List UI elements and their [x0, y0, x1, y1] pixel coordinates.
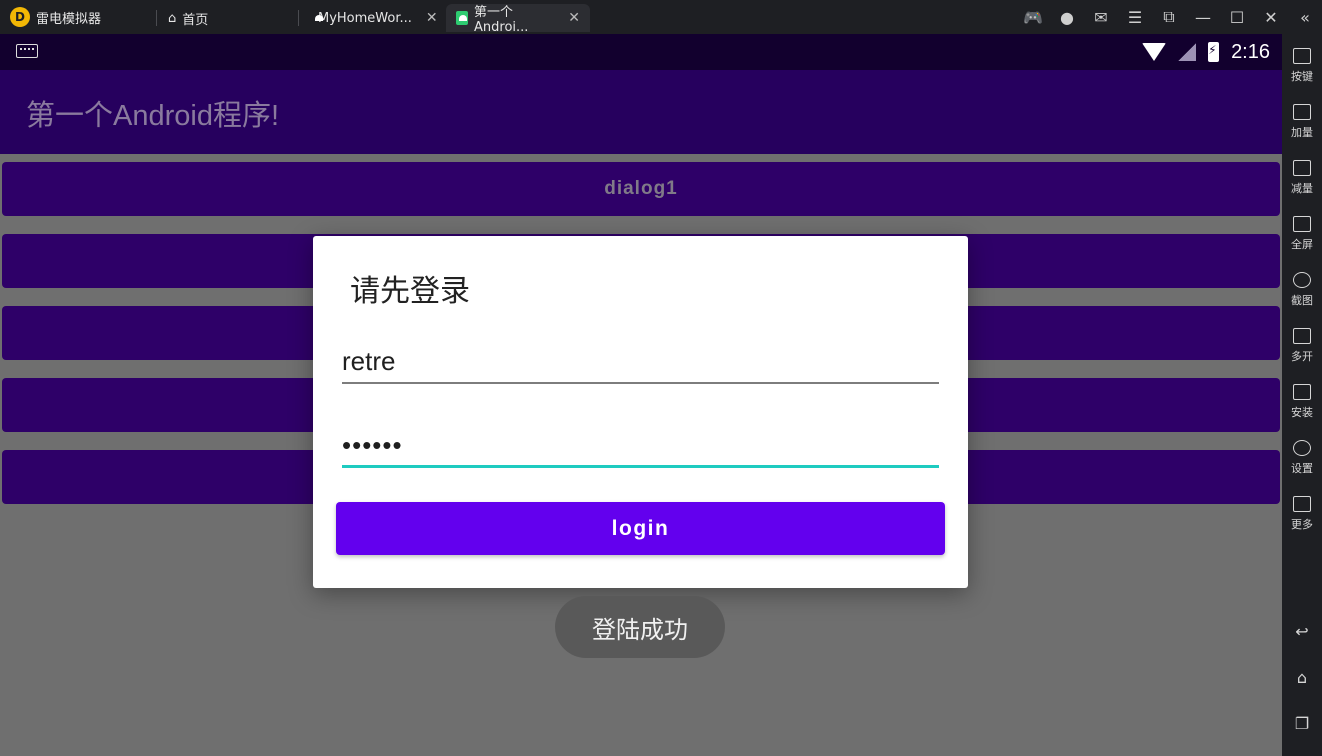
tab-separator: [156, 10, 157, 26]
fullscreen-icon: [1293, 216, 1311, 232]
close-icon[interactable]: ✕: [568, 10, 580, 26]
android-status-bar: 2:16: [0, 34, 1282, 70]
sidebar-item-settings[interactable]: 设置: [1282, 432, 1322, 484]
settings-icon: [1293, 440, 1311, 456]
multi-instance-icon: [1293, 328, 1311, 344]
sidebar-item-label: 设置: [1291, 462, 1313, 475]
sidebar-item-install[interactable]: 安装: [1282, 376, 1322, 428]
window-close-icon[interactable]: ✕: [1254, 0, 1288, 34]
close-icon[interactable]: ✕: [426, 10, 438, 26]
login-dialog: 请先登录 retre •••••• login: [313, 236, 968, 588]
keyboard-icon: [1293, 48, 1311, 64]
sidebar-item-label: 多开: [1291, 350, 1313, 363]
sidebar-item-label: 全屏: [1291, 238, 1313, 251]
android-screen: 2:16 第一个Android程序! dialog1 请先登录 retre ••…: [0, 34, 1282, 756]
scissors-icon: [1293, 272, 1311, 288]
app-bar: 第一个Android程序!: [0, 70, 1282, 154]
user-icon[interactable]: ●: [1050, 0, 1084, 34]
battery-charging-icon: [1208, 42, 1220, 62]
dialog-title: 请先登录: [350, 274, 470, 309]
volume-up-icon: [1293, 104, 1311, 120]
collapse-sidebar-icon[interactable]: «: [1288, 0, 1322, 34]
keyboard-icon: [16, 44, 38, 58]
menu-icon[interactable]: ☰: [1118, 0, 1152, 34]
app-bar-title: 第一个Android程序!: [26, 100, 280, 132]
username-field[interactable]: retre: [342, 336, 939, 384]
app-name: 雷电模拟器: [36, 11, 102, 27]
apk-install-icon: [1293, 384, 1311, 400]
sidebar-item-label: 截图: [1291, 294, 1313, 307]
tab-label: 第一个Androi...: [474, 5, 529, 35]
app-brand: D 雷电模拟器: [10, 0, 101, 34]
password-value: ••••••: [342, 430, 403, 460]
username-value: retre: [342, 346, 396, 376]
sidebar-item-volume-down[interactable]: 减量: [1282, 152, 1322, 204]
mail-icon[interactable]: ✉: [1084, 0, 1118, 34]
username-underline: [342, 382, 939, 384]
sidebar-item-volume-up[interactable]: 加量: [1282, 96, 1322, 148]
no-signal-icon: [1178, 43, 1197, 61]
minimize-icon[interactable]: —: [1186, 0, 1220, 34]
sidebar-item-multi-instance[interactable]: 多开: [1282, 320, 1322, 372]
emulator-titlebar: D 雷电模拟器 ⌂ 首页 MyHomeWor... ✕ 第一个Androi...…: [0, 0, 1322, 35]
password-underline: [342, 465, 939, 468]
home-nav-icon[interactable]: ⌂: [1282, 662, 1322, 692]
status-icons: 2:16: [1142, 34, 1270, 70]
android-app-icon: [456, 11, 469, 25]
sidebar-item-more[interactable]: 更多: [1282, 488, 1322, 540]
wifi-icon: [1142, 43, 1167, 61]
password-field[interactable]: ••••••: [342, 420, 939, 468]
leidian-logo-icon: D: [10, 7, 30, 27]
tab-first-android[interactable]: 第一个Androi... ✕: [446, 4, 590, 35]
sidebar-item-screenshot[interactable]: 截图: [1282, 264, 1322, 316]
tab-label: 首页: [182, 12, 209, 28]
status-time: 2:16: [1231, 40, 1270, 63]
tab-home[interactable]: ⌂ 首页: [158, 4, 218, 32]
sidebar-item-label: 加量: [1291, 126, 1313, 139]
tab-myhomework[interactable]: MyHomeWor... ✕: [302, 4, 442, 32]
sidebar-item-label: 减量: [1291, 182, 1313, 195]
gamepad-icon[interactable]: 🎮: [1016, 0, 1050, 34]
tab-label: MyHomeWor...: [318, 10, 412, 26]
sidebar-item-keys[interactable]: 按键: [1282, 40, 1322, 92]
volume-down-icon: [1293, 160, 1311, 176]
more-icon: [1293, 496, 1311, 512]
sidebar-item-fullscreen[interactable]: 全屏: [1282, 208, 1322, 260]
emulator-sidebar: 按键 加量 减量 全屏 截图 多开 安装 设置 更多 ↩ ⌂ ❐: [1282, 34, 1322, 756]
back-icon[interactable]: ↩: [1282, 616, 1322, 646]
login-button[interactable]: login: [336, 502, 945, 555]
window-controls: 🎮 ● ✉ ☰ ⧉ — ☐ ✕ «: [1016, 0, 1322, 34]
recent-apps-icon[interactable]: ❐: [1282, 708, 1322, 738]
sidebar-item-label: 按键: [1291, 70, 1313, 83]
maximize-icon[interactable]: ☐: [1220, 0, 1254, 34]
popout-icon[interactable]: ⧉: [1152, 0, 1186, 34]
sidebar-item-label: 安装: [1291, 406, 1313, 419]
toast-message: 登陆成功: [555, 596, 725, 658]
emulator-window: D 雷电模拟器 ⌂ 首页 MyHomeWor... ✕ 第一个Androi...…: [0, 0, 1322, 756]
tab-separator: [298, 10, 299, 26]
sidebar-item-label: 更多: [1291, 518, 1313, 531]
dialog1-button[interactable]: dialog1: [2, 162, 1280, 216]
home-icon: ⌂: [168, 10, 177, 26]
